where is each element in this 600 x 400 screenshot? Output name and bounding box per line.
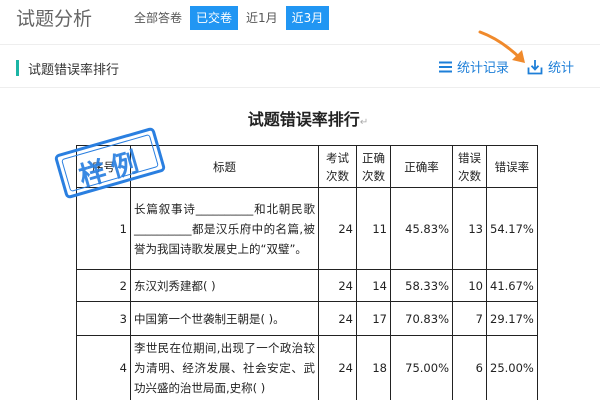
- row-correct-count: 14: [356, 269, 391, 302]
- row-exam-count: 24: [318, 301, 357, 336]
- row-wrong-count: 10: [452, 269, 487, 302]
- header-exam-count: 考试次数: [318, 145, 357, 188]
- row-correct-rate: 58.33%: [390, 269, 453, 302]
- row-title: 长篇叙事诗__________和北朝民歌__________都是汉乐府中的名篇,…: [130, 187, 319, 270]
- table-row: 3 中国第一个世袭制王朝是( )。 24 17 70.83% 7 29.17%: [76, 301, 538, 336]
- row-wrong-count: 7: [452, 301, 487, 336]
- filter-last-month[interactable]: 近1月: [240, 6, 284, 30]
- document-preview: 试题错误率排行↵ 序号 标题 考试次数 正确次数 正确率 错误次数 错误率 1 …: [16, 88, 600, 400]
- row-index: 4: [76, 335, 131, 400]
- return-mark: ↵: [359, 117, 369, 128]
- row-correct-rate: 70.83%: [390, 301, 453, 336]
- stats-download-label: 统计: [547, 61, 574, 76]
- row-correct-count: 11: [356, 187, 391, 270]
- row-wrong-rate: 54.17%: [486, 187, 538, 270]
- row-index: 2: [76, 269, 131, 302]
- row-wrong-rate: 25.00%: [486, 335, 538, 400]
- document-title: 试题错误率排行↵: [247, 110, 369, 129]
- row-title: 东汉刘秀建都( ): [130, 269, 319, 302]
- row-index: 3: [76, 301, 131, 336]
- section-accent-bar: [16, 60, 19, 76]
- row-wrong-rate: 29.17%: [486, 301, 538, 336]
- list-icon: [438, 61, 452, 72]
- table-row: 1 长篇叙事诗__________和北朝民歌__________都是汉乐府中的名…: [76, 187, 538, 270]
- header-wrong-rate: 错误率: [486, 145, 538, 188]
- row-correct-count: 18: [356, 335, 391, 400]
- filter-submitted[interactable]: 已交卷: [190, 6, 239, 30]
- row-correct-count: 17: [356, 301, 391, 336]
- page-title: 试题分析: [16, 8, 93, 30]
- row-title: 中国第一个世袭制王朝是( )。: [130, 301, 319, 336]
- row-exam-count: 24: [318, 269, 357, 302]
- row-exam-count: 24: [318, 335, 357, 400]
- error-rate-table: 序号 标题 考试次数 正确次数 正确率 错误次数 错误率 1 长篇叙事诗____…: [76, 145, 538, 400]
- row-index: 1: [76, 187, 131, 270]
- filter-all[interactable]: 全部答卷: [128, 6, 188, 30]
- row-exam-count: 24: [318, 187, 357, 270]
- header-wrong-count: 错误次数: [452, 145, 487, 188]
- row-correct-rate: 75.00%: [390, 335, 453, 400]
- row-title: 李世民在位期间,出现了一个政治较为清明、经济发展、社会安定、武功兴盛的治世局面,…: [130, 335, 319, 400]
- row-wrong-count: 6: [452, 335, 487, 400]
- row-wrong-count: 13: [452, 187, 487, 270]
- filter-last-3-months[interactable]: 近3月: [285, 6, 330, 30]
- table-row: 2 东汉刘秀建都( ) 24 14 58.33% 10 41.67%: [76, 269, 538, 302]
- card-title: 试题错误率排行: [28, 63, 120, 78]
- annotation-arrow-icon: [478, 30, 525, 63]
- row-wrong-rate: 41.67%: [486, 269, 538, 302]
- header-correct-rate: 正确率: [390, 145, 453, 188]
- table-row: 4 李世民在位期间,出现了一个政治较为清明、经济发展、社会安定、武功兴盛的治世局…: [76, 335, 538, 400]
- header-correct-count: 正确次数: [356, 145, 391, 188]
- filter-group: 全部答卷 已交卷 近1月 近3月: [128, 6, 331, 30]
- row-correct-rate: 45.83%: [390, 187, 453, 270]
